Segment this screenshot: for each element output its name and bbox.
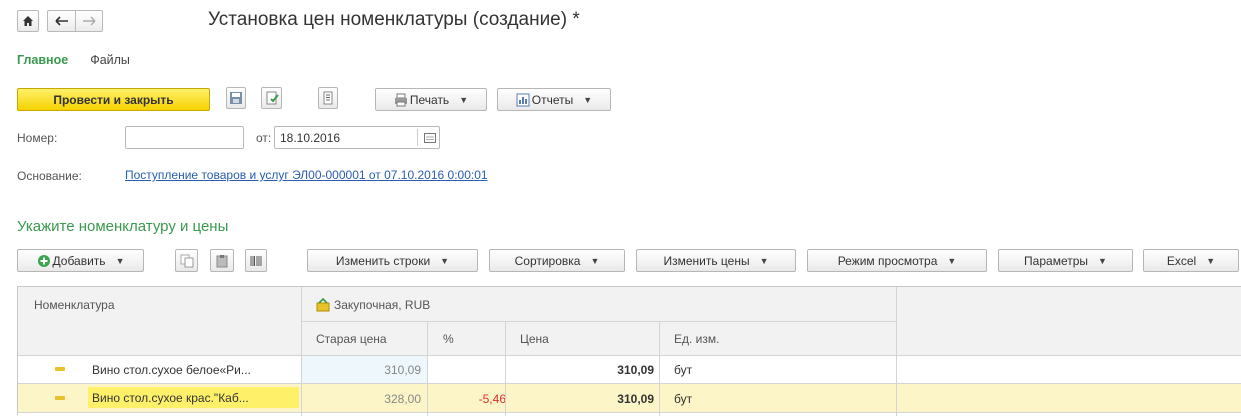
chevron-down-icon: ▼ [590,255,600,266]
forward-button[interactable] [75,10,103,32]
report-icon [516,93,530,106]
column-header-percent[interactable]: % [443,328,454,346]
percent-cell: -5,46 [478,392,506,406]
basis-label: Основание: [17,169,82,183]
tab-files[interactable]: Файлы [90,53,130,67]
add-label: Добавить [52,253,106,268]
back-button[interactable] [47,10,75,32]
view-mode-label: Режим просмотра [837,253,938,268]
unit-cell: бут [674,363,693,377]
calendar-icon [424,132,436,143]
view-mode-button[interactable]: Режим просмотра ▼ [807,249,987,272]
section-title: Укажите номенклатуру и цены [17,218,229,235]
chevron-down-icon: ▼ [759,255,769,266]
percent-cell [428,359,506,363]
post-button[interactable] [261,87,282,109]
print-label: Печать [409,92,450,107]
reports-menu-button[interactable]: Отчеты ▼ [497,88,611,111]
nomenclature-cell: Вино стол.сухое белое«Ри... [92,363,251,377]
price-cell[interactable]: 310,09 [506,359,654,377]
grid-line [896,287,897,416]
grid-line [301,287,302,416]
tab-main[interactable]: Главное [17,53,68,67]
parameters-label: Параметры [1024,253,1089,268]
chevron-down-icon: ▼ [440,255,450,266]
old-price-cell: 328,00 [384,392,421,406]
change-prices-label: Изменить цены [663,253,750,268]
basis-document-link[interactable]: Поступление товаров и услуг ЭЛ00-000001 … [125,168,488,182]
chevron-down-icon: ▼ [947,255,957,266]
arrow-left-icon [54,16,68,26]
floppy-disk-icon [230,92,242,104]
sort-button[interactable]: Сортировка ▼ [489,249,625,272]
document-journal-button[interactable] [318,87,338,109]
table-row[interactable]: Вино стол.сухое белое«Ри... 310,09 310,0… [18,356,1241,383]
home-icon [23,16,33,26]
prices-table: Номенклатура Закупочная, RUB Старая цена… [17,286,1241,416]
column-header-unit[interactable]: Ед. изм. [674,328,719,346]
grid-line [301,321,896,322]
grid-line [427,321,428,416]
excel-button[interactable]: Excel ▼ [1143,249,1239,272]
post-and-close-label: Провести и закрыть [53,92,174,107]
row-marker-icon [55,396,65,400]
nomenclature-text: Вино стол.сухое крас."Каб... [92,391,249,405]
add-circle-icon [37,254,50,267]
clipboard-icon [216,254,228,267]
number-label: Номер: [17,131,58,145]
date-from-label: от: [256,131,272,145]
change-rows-label: Изменить строки [335,253,431,268]
chevron-down-icon: ▼ [583,94,593,105]
column-header-old-price[interactable]: Старая цена [316,328,387,346]
date-field[interactable]: 18.10.2016 [274,126,440,149]
grid-line [18,355,1241,356]
post-and-close-button[interactable]: Провести и закрыть [17,88,210,111]
grid-line [505,321,506,416]
table-row[interactable]: Вино стол.сухое крас."Каб... 328,00 -5,4… [18,384,1241,412]
list-document-icon [323,91,333,105]
save-button[interactable] [226,87,246,109]
column-header-price[interactable]: Цена [520,328,549,346]
paste-button[interactable] [210,249,234,272]
grid-line [18,383,1241,384]
parameters-button[interactable]: Параметры ▼ [998,249,1133,272]
form-tabs: Главное Файлы [17,53,130,67]
chevron-down-icon: ▼ [1206,255,1216,266]
print-menu-button[interactable]: Печать ▼ [375,88,487,111]
number-field[interactable] [125,126,244,149]
chevron-down-icon: ▼ [1098,255,1107,266]
sort-label: Сортировка [514,253,581,268]
reports-label: Отчеты [531,92,574,107]
nomenclature-cell: Вино стол.сухое крас."Каб... [88,387,299,408]
row-marker-icon [55,367,65,371]
copy-row-button[interactable] [175,249,198,272]
column-header-nomenclature[interactable]: Номенклатура [34,294,115,312]
copy-icon [180,254,193,267]
grid-line [659,321,660,416]
old-price-cell: 310,09 [384,363,421,377]
chevron-down-icon: ▼ [459,94,469,105]
chevron-down-icon: ▼ [115,255,125,266]
page-title: Установка цен номенклатуры (создание) * [208,9,580,30]
change-prices-button[interactable]: Изменить цены ▼ [636,249,796,272]
unit-cell: бут [674,392,693,406]
printer-icon [394,93,407,106]
price-type-icon [316,298,330,312]
excel-label: Excel [1166,253,1197,268]
arrow-right-icon [83,16,96,26]
post-document-icon [266,91,279,105]
barcode-icon [250,255,262,266]
calendar-button[interactable] [417,129,436,146]
home-button[interactable] [17,10,39,32]
grid-line [18,412,1241,413]
price-type-label: Закупочная, RUB [334,298,431,312]
barcode-button[interactable] [245,249,267,272]
date-value: 18.10.2016 [280,130,341,145]
price-type-header[interactable]: Закупочная, RUB [316,294,430,312]
add-button[interactable]: Добавить ▼ [17,249,144,272]
change-rows-button[interactable]: Изменить строки ▼ [307,249,478,272]
price-cell[interactable]: 310,09 [506,388,654,406]
